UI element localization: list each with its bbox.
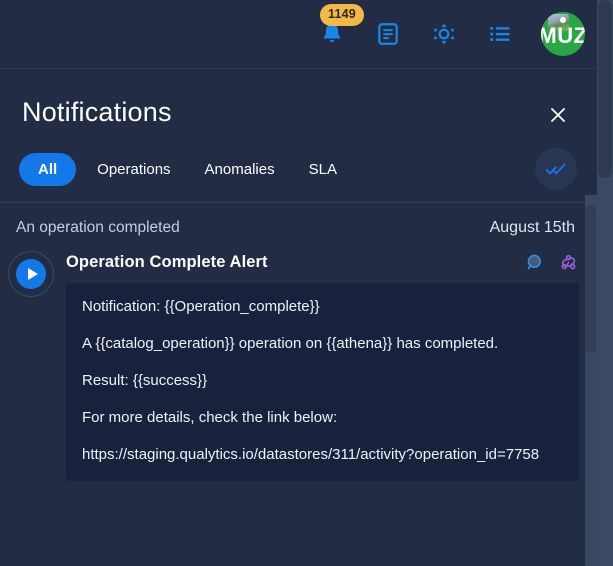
message-line-1: Notification: {{Operation_complete}} (82, 298, 320, 315)
mark-all-read-button[interactable] (535, 148, 577, 190)
message-line-4: For more details, check the link below: (82, 408, 338, 426)
play-icon (16, 259, 46, 289)
notification-list: An operation completed August 15th Opera… (0, 202, 597, 566)
list-scrollbar-thumb[interactable] (585, 205, 596, 353)
theme-toggle-button[interactable] (429, 19, 459, 49)
top-bar: 1149 MUZ (0, 0, 597, 68)
tab-anomalies[interactable]: Anomalies (192, 153, 288, 186)
notification-title-row: Operation Complete Alert (66, 245, 579, 273)
message-line-2: A {{catalog_operation}} operation on {{a… (82, 334, 499, 352)
notification-group-date: August 15th (489, 219, 575, 236)
activity-list-button[interactable] (485, 19, 515, 49)
notification-group-header: An operation completed August 15th (0, 203, 597, 245)
search-action-button[interactable] (524, 251, 546, 273)
documentation-button[interactable] (373, 19, 403, 49)
document-icon (378, 23, 398, 45)
notification-group-label: An operation completed (16, 219, 180, 236)
notifications-bell-button[interactable]: 1149 (317, 4, 364, 49)
message-line-3: Result: {{success}} (82, 371, 208, 389)
notification-title: Operation Complete Alert (66, 252, 268, 271)
brightness-icon (433, 23, 455, 45)
webhook-action-button[interactable] (557, 251, 579, 273)
search-icon (527, 254, 541, 269)
avatar-initials: MUZ (541, 23, 585, 48)
notification-actions (524, 251, 579, 273)
user-avatar[interactable]: MUZ (541, 12, 585, 56)
list-item[interactable]: Operation Complete Alert Notification: {… (0, 245, 597, 481)
webhook-icon (561, 254, 575, 269)
play-notification-button[interactable] (8, 251, 54, 297)
message-link: https://staging.qualytics.io/datastores/… (82, 445, 540, 463)
tab-operations[interactable]: Operations (84, 153, 183, 186)
tab-all[interactable]: All (19, 152, 77, 186)
notifications-page: 1149 MUZ Notifications All Operations An… (0, 0, 613, 566)
notification-message-body: Notification: {{Operation_complete}} A {… (66, 283, 579, 481)
close-icon (551, 108, 565, 122)
notification-filter-tabs: All Operations Anomalies SLA (19, 148, 577, 190)
close-panel-button[interactable] (545, 102, 571, 128)
notifications-panel: Notifications All Operations Anomalies S… (0, 68, 597, 566)
page-title: Notifications (22, 97, 172, 127)
double-check-icon (545, 163, 566, 175)
notification-content: Operation Complete Alert Notification: {… (54, 245, 579, 481)
tab-sla[interactable]: SLA (296, 153, 350, 186)
notification-count-badge: 1149 (320, 4, 364, 26)
top-bar-icon-group: 1149 MUZ (317, 4, 585, 56)
list-icon (490, 26, 510, 42)
panel-header: Notifications All Operations Anomalies S… (0, 69, 597, 202)
page-scrollbar-thumb[interactable] (598, 0, 612, 178)
